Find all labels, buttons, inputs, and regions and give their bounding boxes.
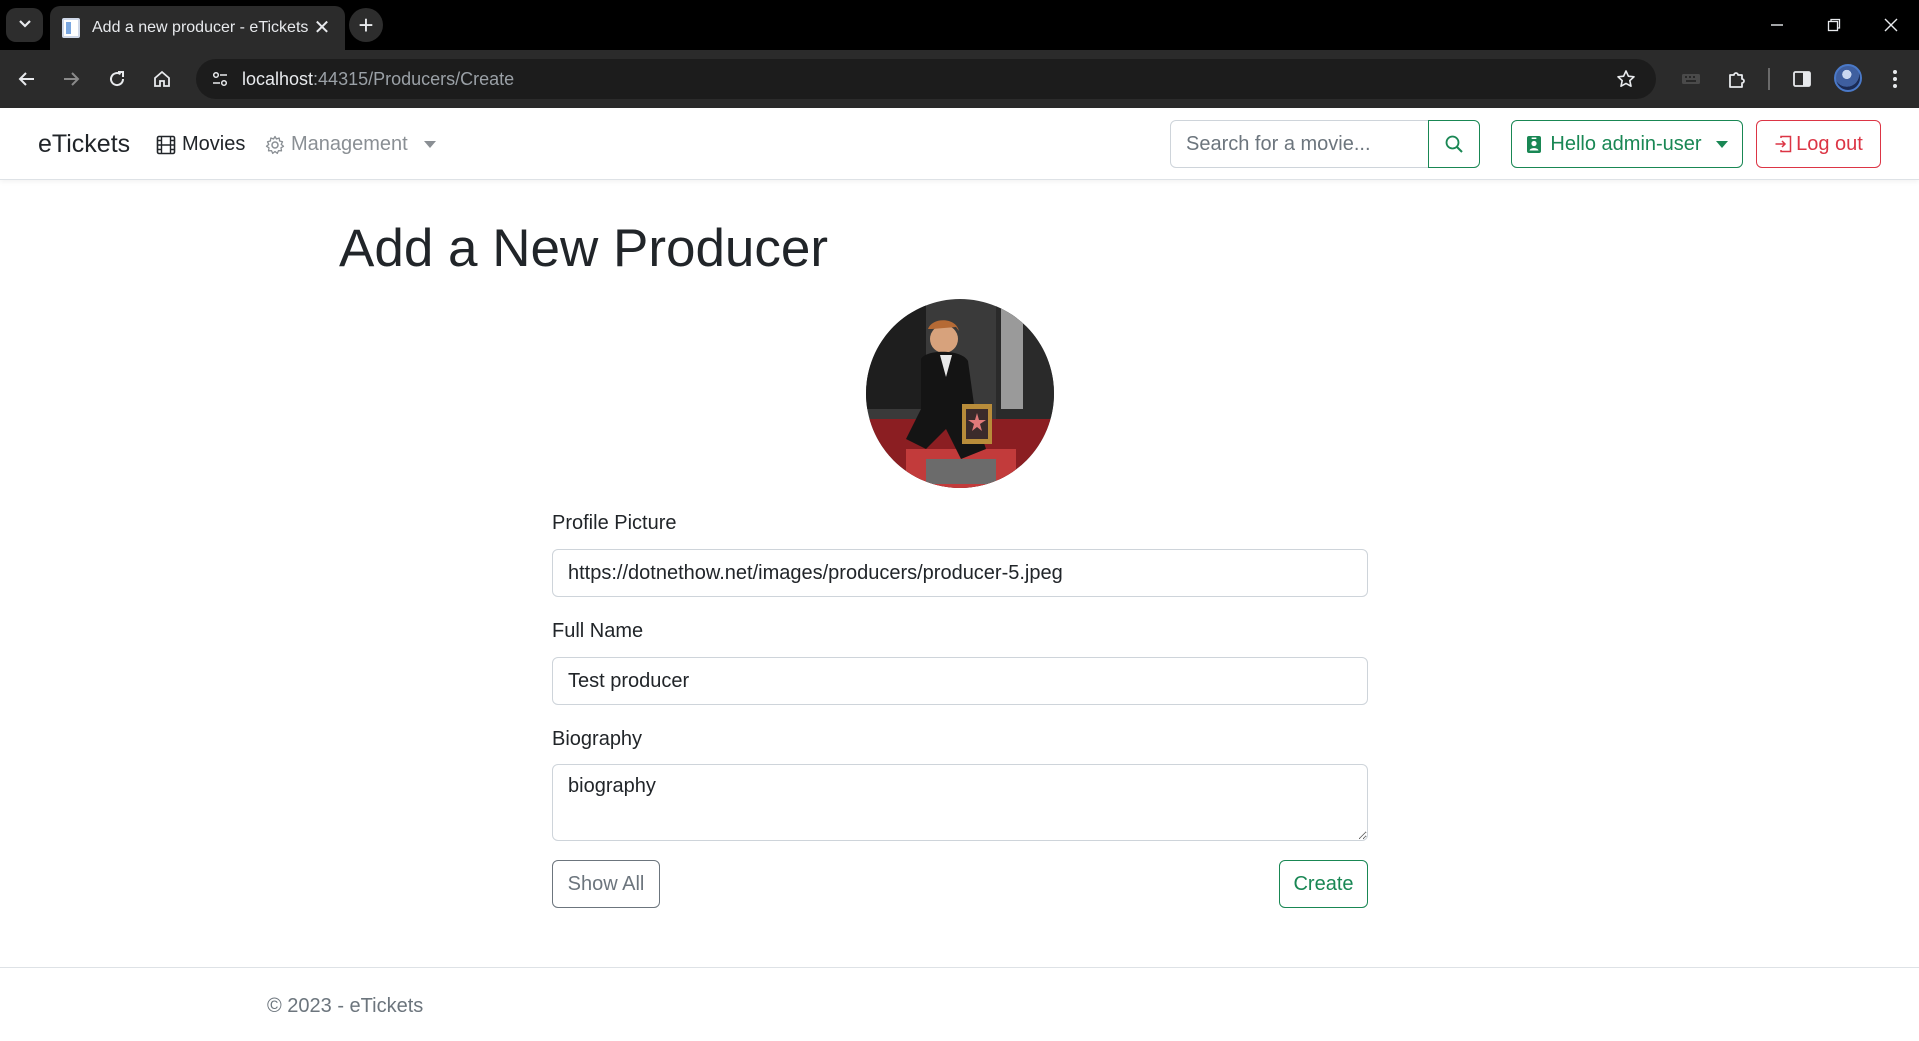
biography-textarea[interactable]: biography: [552, 764, 1368, 841]
user-greeting: Hello admin-user: [1550, 132, 1702, 155]
arrow-left-icon: [18, 72, 34, 86]
page-favicon-icon: [62, 18, 80, 38]
biography-label: Biography: [552, 728, 643, 750]
restore-icon: [1827, 18, 1841, 32]
reload-icon: [110, 71, 125, 87]
tab-close-icon[interactable]: ✕: [311, 18, 333, 38]
tab-title: Add a new producer - eTickets: [92, 19, 309, 36]
profile-picture-url-input[interactable]: [552, 549, 1368, 597]
footer-divider: [0, 967, 1919, 968]
browser-tab-active[interactable]: Add a new producer - eTickets ✕: [50, 6, 345, 50]
minimize-icon: [1771, 24, 1783, 26]
logout-label: Log out: [1796, 132, 1863, 155]
home-icon: [154, 70, 170, 87]
full-name-label: Full Name: [552, 620, 644, 642]
chevron-down-icon: [18, 16, 32, 34]
movie-search-input[interactable]: [1170, 120, 1429, 168]
browser-toolbar: localhost:44315/Producers/Create: [0, 50, 1919, 108]
search-button[interactable]: [1428, 120, 1480, 168]
address-bar[interactable]: localhost:44315/Producers/Create: [196, 59, 1656, 99]
restore-button[interactable]: [1819, 12, 1849, 38]
profile-picture-label: Profile Picture: [552, 512, 677, 534]
footer-copyright: © 2023 - eTickets: [267, 995, 424, 1017]
tab-search-button[interactable]: [6, 8, 43, 42]
film-icon: [156, 135, 176, 154]
full-name-input[interactable]: [552, 657, 1368, 705]
keyboard-icon: [1682, 74, 1700, 84]
logout-button[interactable]: Log out: [1756, 120, 1881, 168]
toolbar-divider: [1768, 68, 1770, 90]
site-info-icon[interactable]: [208, 67, 232, 91]
nav-movies[interactable]: Movies: [156, 133, 245, 156]
side-panel-icon: [1793, 71, 1811, 87]
site-navbar: eTickets Movies Management Hello admin-u…: [0, 108, 1919, 180]
browser-menu-button[interactable]: [1880, 64, 1910, 94]
create-button[interactable]: Create: [1279, 860, 1368, 908]
keyboard-extension-button[interactable]: [1676, 64, 1706, 94]
back-button[interactable]: [12, 64, 42, 94]
url-host: localhost: [242, 69, 314, 89]
url-path: :44315/Producers/Create: [313, 69, 515, 89]
caret-down-icon: [423, 141, 436, 148]
page-title: Add a New Producer: [339, 219, 829, 278]
more-vertical-icon: [1893, 70, 1897, 88]
caret-down-icon: [1715, 140, 1728, 148]
home-button[interactable]: [147, 64, 177, 94]
new-tab-button[interactable]: +: [349, 8, 383, 42]
user-menu-dropdown[interactable]: Hello admin-user: [1511, 120, 1743, 168]
bookmark-star-icon[interactable]: [1614, 67, 1638, 91]
arrow-right-icon: [64, 72, 80, 86]
plus-icon: +: [358, 10, 374, 40]
browser-tab-strip: Add a new producer - eTickets ✕ +: [0, 0, 1919, 50]
close-window-button[interactable]: [1876, 12, 1906, 38]
profile-avatar[interactable]: [1834, 64, 1862, 92]
person-badge-icon: [1527, 136, 1542, 153]
close-icon: [1884, 18, 1898, 32]
brand-link[interactable]: eTickets: [38, 130, 130, 159]
extensions-button[interactable]: [1722, 64, 1752, 94]
nav-movies-label: Movies: [182, 133, 246, 155]
box-arrow-in-right-icon: [1775, 135, 1792, 153]
forward-button[interactable]: [56, 64, 86, 94]
url-text: localhost:44315/Producers/Create: [242, 69, 514, 90]
nav-management-label: Management: [291, 133, 408, 155]
gear-icon: [265, 135, 285, 154]
minimize-button[interactable]: [1762, 12, 1792, 38]
reload-button[interactable]: [102, 64, 132, 94]
puzzle-piece-icon: [1729, 72, 1745, 88]
side-panel-button[interactable]: [1787, 64, 1817, 94]
search-icon: [1445, 135, 1463, 153]
show-all-button[interactable]: Show All: [552, 860, 660, 908]
nav-management-dropdown[interactable]: Management: [265, 133, 436, 156]
profile-picture-preview: [866, 299, 1054, 488]
